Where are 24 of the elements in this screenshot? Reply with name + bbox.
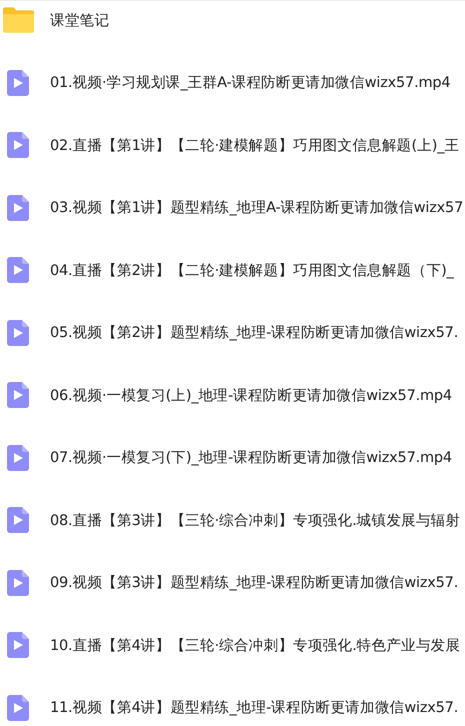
video-file-icon [7, 257, 29, 283]
video-file-icon [7, 570, 29, 596]
file-name[interactable]: 04.直播【第2讲】【二轮·建模解题】巧用图文信息解题（下)_ [50, 260, 454, 280]
video-file-icon [7, 132, 29, 158]
video-file-icon [7, 194, 29, 220]
video-file-icon [7, 507, 29, 533]
folder-icon [3, 7, 34, 33]
video-file-icon [7, 632, 29, 658]
video-file-icon [7, 694, 29, 720]
file-name[interactable]: 10.直播【第4讲】【三轮·综合冲刺】专项强化.特色产业与发展 [50, 636, 460, 654]
video-file-icon [7, 382, 29, 408]
file-name[interactable]: 03.视频【第1讲】题型精练_地理A-课程防断更请加微信wizx57 [50, 198, 464, 217]
file-name[interactable]: 07.视频·一模复习(下)_地理-课程防断更请加微信wizx57.mp4 [50, 448, 452, 467]
file-name[interactable]: 02.直播【第1讲】【二轮·建模解题】巧用图文信息解题(上)_王 [50, 136, 460, 154]
file-name[interactable]: 01.视频·学习规划课_王群A-课程防断更请加微信wizx57.mp4 [50, 73, 450, 92]
video-file-icon [7, 70, 29, 96]
file-name[interactable]: 11.视频【第4讲】题型精练_地理-课程防断更请加微信wizx57. [50, 698, 458, 717]
file-name[interactable]: 05.视频【第2讲】题型精练_地理-课程防断更请加微信wizx57. [50, 323, 458, 342]
video-file-icon [7, 444, 29, 470]
file-name[interactable]: 08.直播【第3讲】【三轮·综合冲刺】专项强化.城镇发展与辐射 [50, 510, 460, 530]
video-file-icon [7, 320, 29, 346]
file-name[interactable]: 06.视频·一模复习(上)_地理-课程防断更请加微信wizx57.mp4 [50, 386, 452, 404]
folder-name[interactable]: 课堂笔记 [50, 10, 110, 30]
file-name[interactable]: 09.视频【第3讲】题型精练_地理-课程防断更请加微信wizx57. [50, 573, 458, 592]
